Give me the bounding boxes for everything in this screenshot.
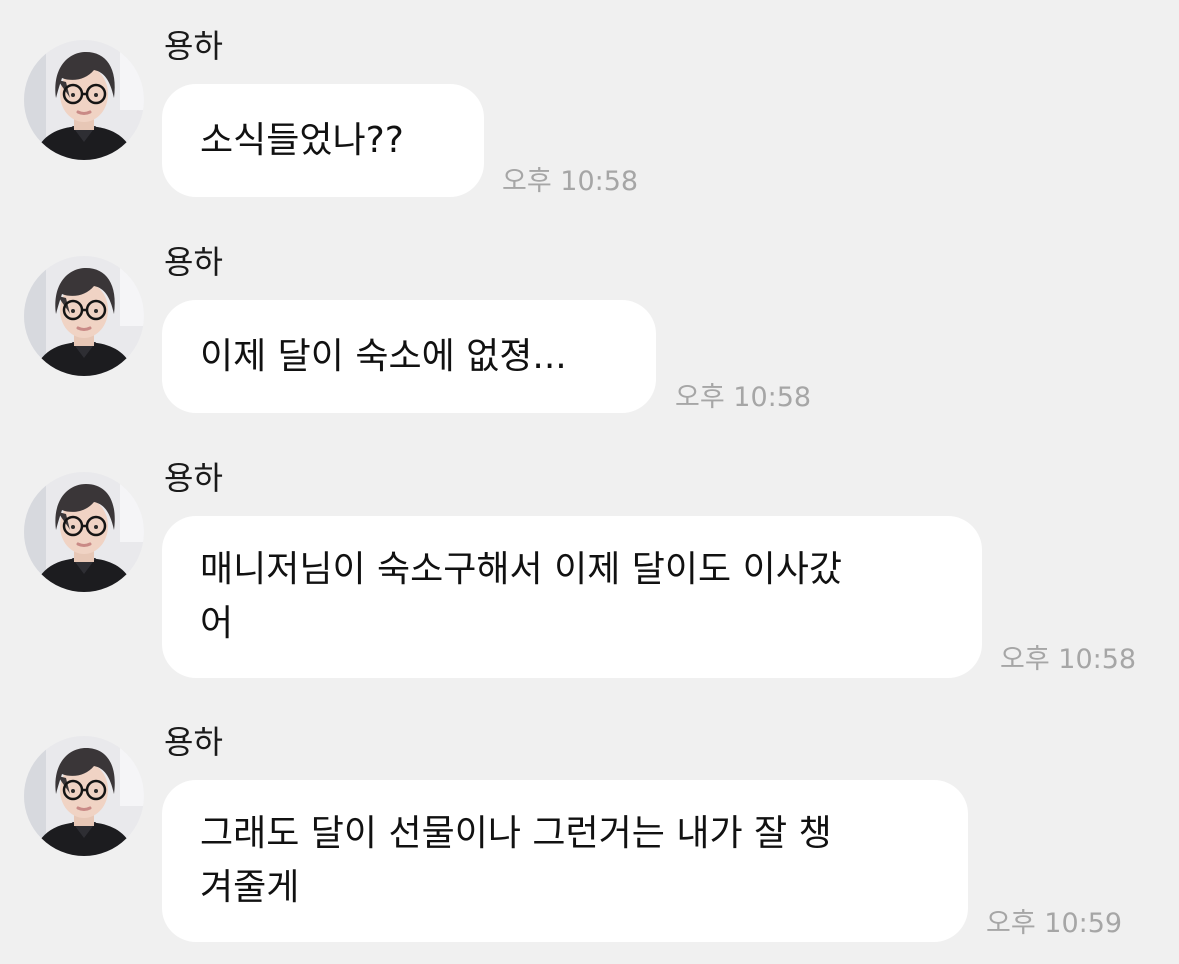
avatar[interactable]	[24, 40, 144, 160]
sender-name[interactable]: 용하	[164, 26, 223, 66]
avatar[interactable]	[24, 736, 144, 856]
message-text: 그래도 달이 선물이나 그런거는 내가 잘 챙 겨줄게	[200, 813, 832, 908]
message-text: 매니저님이 숙소구해서 이제 달이도 이사갔 어	[200, 549, 842, 644]
avatar[interactable]	[24, 256, 144, 376]
profile-photo	[24, 736, 144, 856]
message-bubble[interactable]: 소식들었나??	[162, 84, 484, 197]
timestamp: 오후 10:59	[986, 908, 1123, 939]
sender-name[interactable]: 용하	[164, 722, 223, 762]
message-bubble[interactable]: 그래도 달이 선물이나 그런거는 내가 잘 챙 겨줄게	[162, 780, 968, 942]
message-text: 이제 달이 숙소에 없졍...	[200, 335, 567, 377]
profile-photo	[24, 256, 144, 376]
timestamp: 오후 10:58	[502, 166, 639, 197]
message-bubble[interactable]: 이제 달이 숙소에 없졍...	[162, 300, 656, 413]
profile-photo	[24, 40, 144, 160]
timestamp: 오후 10:58	[1000, 644, 1137, 675]
message-text: 소식들었나??	[200, 119, 404, 161]
sender-name[interactable]: 용하	[164, 458, 223, 498]
profile-photo	[24, 472, 144, 592]
avatar[interactable]	[24, 472, 144, 592]
sender-name[interactable]: 용하	[164, 242, 223, 282]
message-bubble[interactable]: 매니저님이 숙소구해서 이제 달이도 이사갔 어	[162, 516, 982, 678]
timestamp: 오후 10:58	[675, 382, 812, 413]
